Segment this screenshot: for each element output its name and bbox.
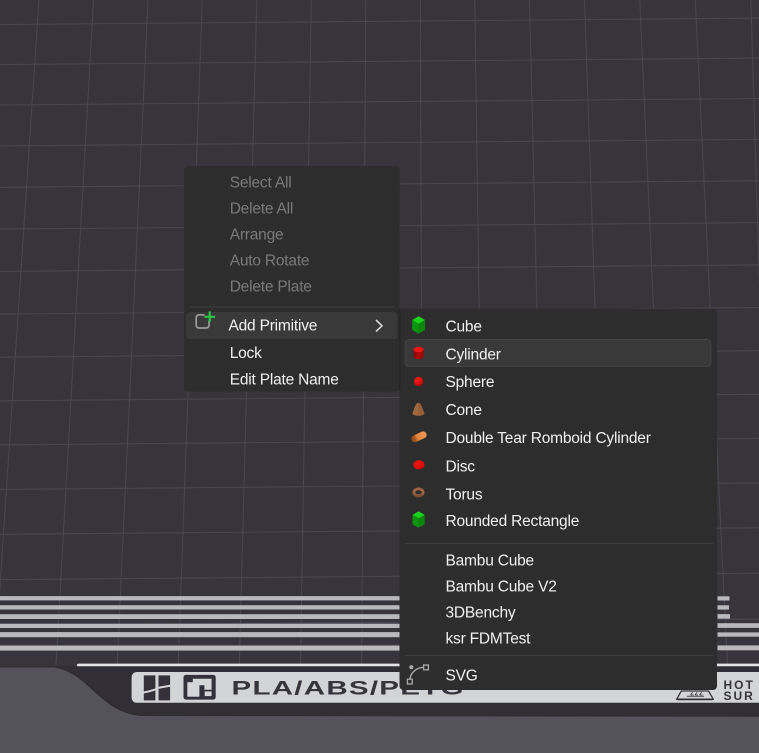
svg-text:Bambu Cube: Bambu Cube <box>446 553 534 570</box>
svg-text:Cylinder: Cylinder <box>446 346 501 363</box>
svg-text:Rounded Rectangle: Rounded Rectangle <box>446 513 580 530</box>
svg-text:Lock: Lock <box>230 345 262 362</box>
svg-text:Sphere: Sphere <box>446 374 495 391</box>
svg-text:Cube: Cube <box>446 319 482 336</box>
svg-text:SVG: SVG <box>446 668 478 685</box>
svg-text:Delete All: Delete All <box>230 201 293 218</box>
svg-text:Double Tear Romboid Cylinder: Double Tear Romboid Cylinder <box>446 430 651 447</box>
svg-text:Edit Plate Name: Edit Plate Name <box>230 371 339 388</box>
svg-text:Disc: Disc <box>446 459 476 476</box>
svg-text:Delete Plate: Delete Plate <box>230 279 312 296</box>
svg-text:Auto Rotate: Auto Rotate <box>230 253 310 270</box>
svg-text:SUR: SUR <box>724 689 755 703</box>
svg-text:ksr FDMTest: ksr FDMTest <box>446 631 532 648</box>
svg-text:3DBenchy: 3DBenchy <box>446 605 516 622</box>
svg-text:Arrange: Arrange <box>230 227 284 244</box>
svg-text:Select All: Select All <box>230 175 292 192</box>
svg-text:Add Primitive: Add Primitive <box>229 317 318 334</box>
svg-text:Bambu Cube V2: Bambu Cube V2 <box>446 579 557 596</box>
svg-text:Torus: Torus <box>446 487 483 504</box>
svg-text:Cone: Cone <box>446 402 482 419</box>
